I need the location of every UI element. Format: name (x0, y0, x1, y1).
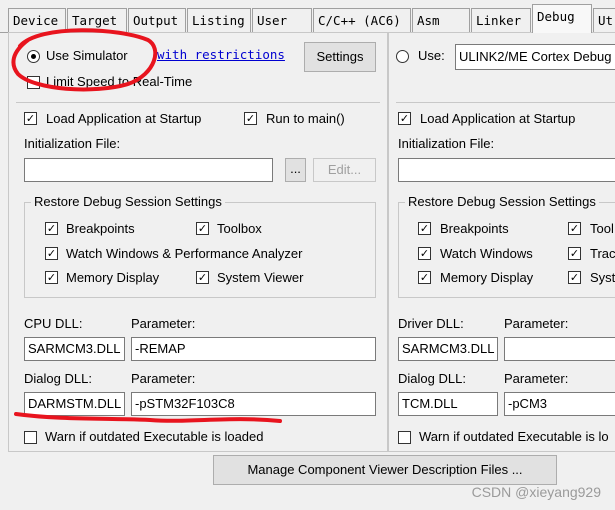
init-file-edit-button: Edit... (313, 158, 376, 182)
cpu-param-input[interactable]: -REMAP (131, 337, 376, 361)
tab-target[interactable]: Target (67, 8, 127, 32)
breakpoints-label: Breakpoints (66, 221, 135, 236)
right-trace-label: Trac (590, 246, 615, 261)
warn-outdated-checkbox[interactable] (24, 431, 37, 444)
manage-component-viewer-button[interactable]: Manage Component Viewer Description File… (213, 455, 557, 485)
simulator-settings-button[interactable]: Settings (304, 42, 376, 72)
right-dialog-param-input[interactable]: -pCM3 (504, 392, 615, 416)
right-memory-display-checkbox[interactable]: ✓ (418, 271, 431, 284)
cpu-dll-input[interactable]: SARMCM3.DLL (24, 337, 125, 361)
tab-asm[interactable]: Asm (412, 8, 470, 32)
driver-param-label: Parameter: (504, 316, 569, 331)
run-to-main-label: Run to main() (266, 111, 345, 126)
use-simulator-radio[interactable] (27, 50, 40, 63)
tab-device[interactable]: Device (8, 8, 66, 32)
memory-display-checkbox[interactable]: ✓ (45, 271, 58, 284)
right-system-label: Syste (590, 270, 615, 285)
driver-dll-label: Driver DLL: (398, 316, 464, 331)
watch-windows-label: Watch Windows & Performance Analyzer (66, 246, 303, 261)
cpu-dll-label: CPU DLL: (24, 316, 83, 331)
system-viewer-checkbox[interactable]: ✓ (196, 271, 209, 284)
load-app-checkbox[interactable]: ✓ (24, 112, 37, 125)
init-file-input[interactable] (24, 158, 273, 182)
right-restore-settings-legend: Restore Debug Session Settings (405, 194, 599, 209)
tab-debug[interactable]: Debug (532, 4, 592, 33)
warn-outdated-label: Warn if outdated Executable is loaded (45, 429, 264, 444)
left-divider (16, 102, 380, 103)
breakpoints-checkbox[interactable]: ✓ (45, 222, 58, 235)
dialog-dll-label: Dialog DLL: (24, 371, 92, 386)
right-breakpoints-checkbox[interactable]: ✓ (418, 222, 431, 235)
tab-user[interactable]: User (252, 8, 312, 32)
right-breakpoints-label: Breakpoints (440, 221, 509, 236)
dialog-param-label: Parameter: (131, 371, 196, 386)
tab-listing[interactable]: Listing (187, 8, 251, 32)
right-dialog-dll-input[interactable]: TCM.DLL (398, 392, 498, 416)
dialog-dll-input[interactable]: DARMSTM.DLL (24, 392, 125, 416)
limit-speed-checkbox[interactable] (27, 76, 40, 89)
right-dialog-dll-label: Dialog DLL: (398, 371, 466, 386)
right-init-file-label: Initialization File: (398, 136, 495, 151)
restore-settings-legend: Restore Debug Session Settings (31, 194, 225, 209)
tab-utilities[interactable]: Ut (593, 8, 615, 32)
memory-display-label: Memory Display (66, 270, 160, 285)
right-warn-outdated-checkbox[interactable] (398, 431, 411, 444)
cpu-param-label: Parameter: (131, 316, 196, 331)
watermark: CSDN @xieyang929 (471, 484, 601, 500)
tab-c-cpp[interactable]: C/C++ (AC6) (313, 8, 411, 32)
limit-speed-label: Limit Speed to Real-Time (46, 74, 193, 89)
init-file-label: Initialization File: (24, 136, 121, 151)
use-simulator-label[interactable]: Use Simulator (46, 48, 128, 63)
use-debugger-label: Use: (418, 48, 445, 63)
tab-output[interactable]: Output (128, 8, 186, 32)
toolbox-label: Toolbox (217, 221, 262, 236)
dialog-param-input[interactable]: -pSTM32F103C8 (131, 392, 376, 416)
right-trace-checkbox[interactable]: ✓ (568, 247, 581, 260)
right-divider (396, 102, 615, 103)
driver-dll-input[interactable]: SARMCM3.DLL (398, 337, 498, 361)
tab-linker[interactable]: Linker (471, 8, 531, 32)
right-toolbox-checkbox[interactable]: ✓ (568, 222, 581, 235)
right-system-checkbox[interactable]: ✓ (568, 271, 581, 284)
right-warn-outdated-label: Warn if outdated Executable is lo (419, 429, 609, 444)
system-viewer-label: System Viewer (217, 270, 304, 285)
right-memory-display-label: Memory Display (440, 270, 534, 285)
driver-param-input[interactable] (504, 337, 615, 361)
watch-windows-checkbox[interactable]: ✓ (45, 247, 58, 260)
right-dialog-param-label: Parameter: (504, 371, 569, 386)
right-watch-windows-checkbox[interactable]: ✓ (418, 247, 431, 260)
right-init-file-input[interactable] (398, 158, 615, 182)
debugger-select[interactable]: ULINK2/ME Cortex Debug (455, 44, 615, 70)
load-app-label: Load Application at Startup (46, 111, 202, 126)
right-load-app-label: Load Application at Startup (420, 111, 576, 126)
right-watch-windows-label: Watch Windows (440, 246, 533, 261)
right-load-app-checkbox[interactable]: ✓ (398, 112, 411, 125)
toolbox-checkbox[interactable]: ✓ (196, 222, 209, 235)
use-debugger-radio[interactable] (396, 50, 409, 63)
with-restrictions-link[interactable]: with restrictions (157, 47, 285, 62)
run-to-main-checkbox[interactable]: ✓ (244, 112, 257, 125)
right-toolbox-label: Tool (590, 221, 614, 236)
init-file-browse-button[interactable]: ... (285, 158, 306, 182)
